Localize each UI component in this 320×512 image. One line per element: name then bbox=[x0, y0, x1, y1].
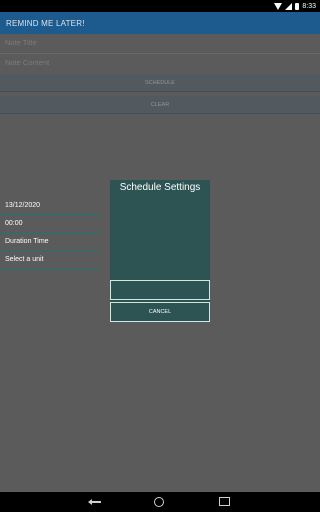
battery-icon bbox=[295, 2, 300, 10]
confirm-button[interactable] bbox=[110, 280, 210, 300]
app-bar: REMIND ME LATER! bbox=[0, 12, 320, 34]
duration-time-field[interactable]: Duration Time bbox=[0, 233, 100, 251]
note-title-field[interactable]: Note Title bbox=[0, 38, 320, 54]
time-field[interactable]: 00:00 bbox=[0, 215, 100, 233]
clear-button[interactable]: CLEAR bbox=[0, 96, 320, 114]
dialog-title: Schedule Settings bbox=[119, 182, 201, 193]
unit-select[interactable]: Select a unit bbox=[0, 251, 100, 269]
note-content-field[interactable]: Note Content bbox=[0, 58, 320, 72]
schedule-settings-dialog: Schedule Settings bbox=[110, 180, 210, 322]
recent-apps-icon[interactable] bbox=[219, 497, 230, 506]
schedule-button[interactable]: SCHEDULE bbox=[0, 74, 320, 92]
home-icon[interactable] bbox=[154, 497, 164, 507]
navigation-bar bbox=[0, 492, 320, 512]
back-icon[interactable] bbox=[88, 497, 102, 507]
status-time: 8:33 bbox=[302, 2, 316, 10]
app-title: REMIND ME LATER! bbox=[6, 18, 85, 28]
status-bar: 8:33 bbox=[0, 0, 320, 12]
cancel-button[interactable]: CANCEL bbox=[110, 302, 210, 322]
wifi-icon bbox=[274, 2, 283, 10]
signal-icon bbox=[285, 2, 293, 10]
date-field[interactable]: 13/12/2020 bbox=[0, 197, 100, 215]
